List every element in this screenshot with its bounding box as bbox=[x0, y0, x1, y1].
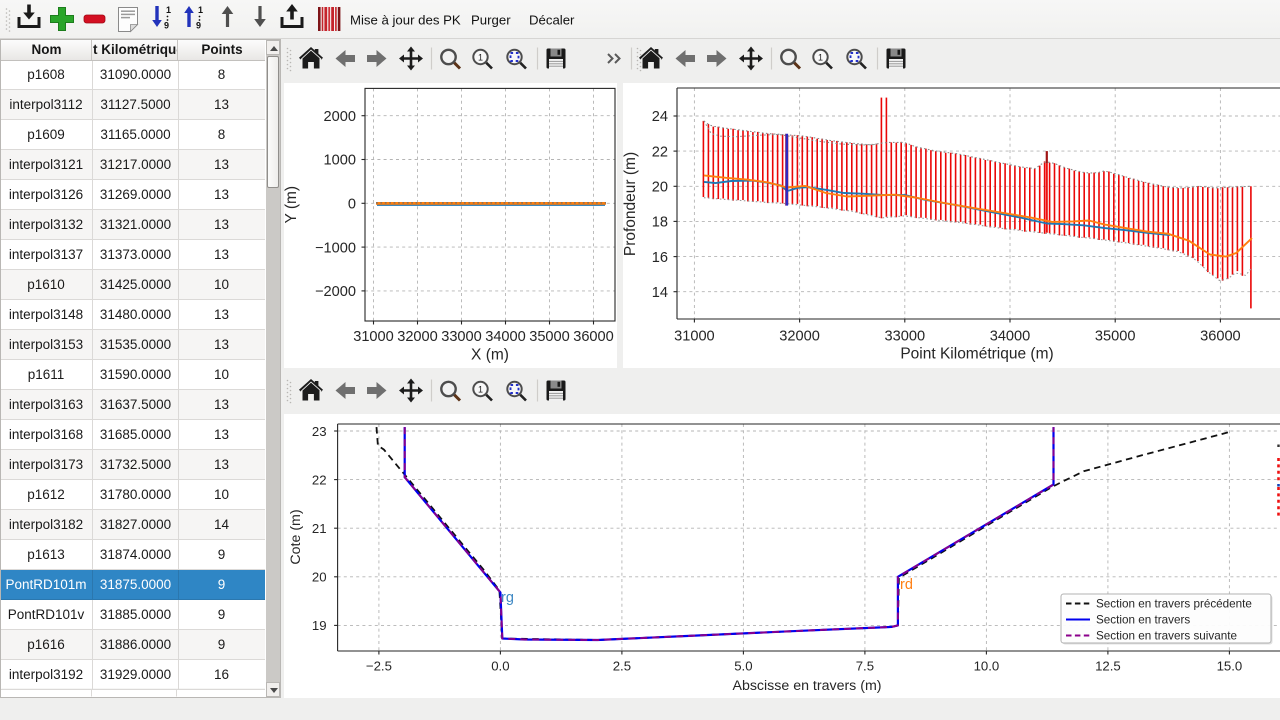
svg-text:10.0: 10.0 bbox=[974, 659, 1000, 674]
svg-text:20: 20 bbox=[312, 570, 327, 585]
svg-text:−2.5: −2.5 bbox=[366, 659, 392, 674]
svg-text:2.5: 2.5 bbox=[613, 659, 631, 674]
svg-text:5.0: 5.0 bbox=[734, 659, 752, 674]
svg-text:36000: 36000 bbox=[573, 329, 614, 345]
svg-text:Décaler: Décaler bbox=[529, 13, 575, 28]
svg-text:Y (m): Y (m) bbox=[283, 186, 300, 224]
svg-text:32000: 32000 bbox=[397, 329, 438, 345]
svg-text:20: 20 bbox=[652, 180, 668, 196]
svg-text:34000: 34000 bbox=[990, 329, 1031, 345]
svg-text:−2000: −2000 bbox=[315, 284, 356, 300]
svg-text:Abscisse en travers (m): Abscisse en travers (m) bbox=[732, 678, 881, 694]
svg-text:16: 16 bbox=[652, 250, 668, 266]
svg-text:35000: 35000 bbox=[1095, 329, 1136, 345]
svg-text:22: 22 bbox=[312, 472, 327, 487]
svg-text:2000: 2000 bbox=[324, 109, 356, 125]
svg-text:33000: 33000 bbox=[441, 329, 482, 345]
svg-text:9: 9 bbox=[164, 21, 169, 31]
svg-text:19: 19 bbox=[312, 618, 327, 633]
svg-text:9: 9 bbox=[196, 21, 201, 31]
svg-text:0.0: 0.0 bbox=[491, 659, 509, 674]
svg-text:Section en travers: Section en travers bbox=[1096, 614, 1190, 627]
svg-text:1000: 1000 bbox=[324, 153, 356, 169]
svg-text:23: 23 bbox=[312, 424, 327, 439]
svg-text:Section en travers suivante: Section en travers suivante bbox=[1096, 630, 1237, 643]
svg-text:35000: 35000 bbox=[529, 329, 570, 345]
svg-text:33000: 33000 bbox=[885, 329, 926, 345]
svg-text:1: 1 bbox=[478, 385, 483, 395]
svg-text:34000: 34000 bbox=[485, 329, 526, 345]
svg-text:Profondeur (m): Profondeur (m) bbox=[622, 152, 639, 256]
svg-text:Mise à jour des PK: Mise à jour des PK bbox=[350, 13, 461, 28]
svg-text:rd: rd bbox=[900, 577, 913, 593]
svg-text:31000: 31000 bbox=[353, 329, 394, 345]
svg-text:0: 0 bbox=[348, 197, 356, 213]
svg-text:15.0: 15.0 bbox=[1217, 659, 1243, 674]
svg-text:24: 24 bbox=[652, 109, 668, 125]
svg-text:12.5: 12.5 bbox=[1095, 659, 1121, 674]
svg-text:1: 1 bbox=[198, 5, 203, 15]
svg-text:Cote (m): Cote (m) bbox=[288, 509, 304, 564]
svg-text:7.5: 7.5 bbox=[856, 659, 874, 674]
svg-text:rg: rg bbox=[501, 590, 514, 606]
svg-text:Point Kilométrique (m): Point Kilométrique (m) bbox=[900, 346, 1053, 363]
svg-text:Purger: Purger bbox=[471, 13, 511, 28]
svg-text:32000: 32000 bbox=[779, 329, 820, 345]
svg-text:36000: 36000 bbox=[1200, 329, 1241, 345]
svg-text:22: 22 bbox=[652, 144, 668, 160]
svg-text:1: 1 bbox=[818, 53, 823, 63]
svg-text:−1000: −1000 bbox=[315, 240, 356, 256]
svg-text:18: 18 bbox=[652, 215, 668, 231]
svg-text:1: 1 bbox=[166, 5, 171, 15]
svg-text:Section en travers précédente: Section en travers précédente bbox=[1096, 598, 1252, 611]
svg-text:14: 14 bbox=[652, 285, 668, 301]
svg-text:1: 1 bbox=[478, 53, 483, 63]
svg-text:21: 21 bbox=[312, 521, 327, 536]
svg-text:31000: 31000 bbox=[674, 329, 715, 345]
svg-text:X (m): X (m) bbox=[471, 347, 509, 364]
